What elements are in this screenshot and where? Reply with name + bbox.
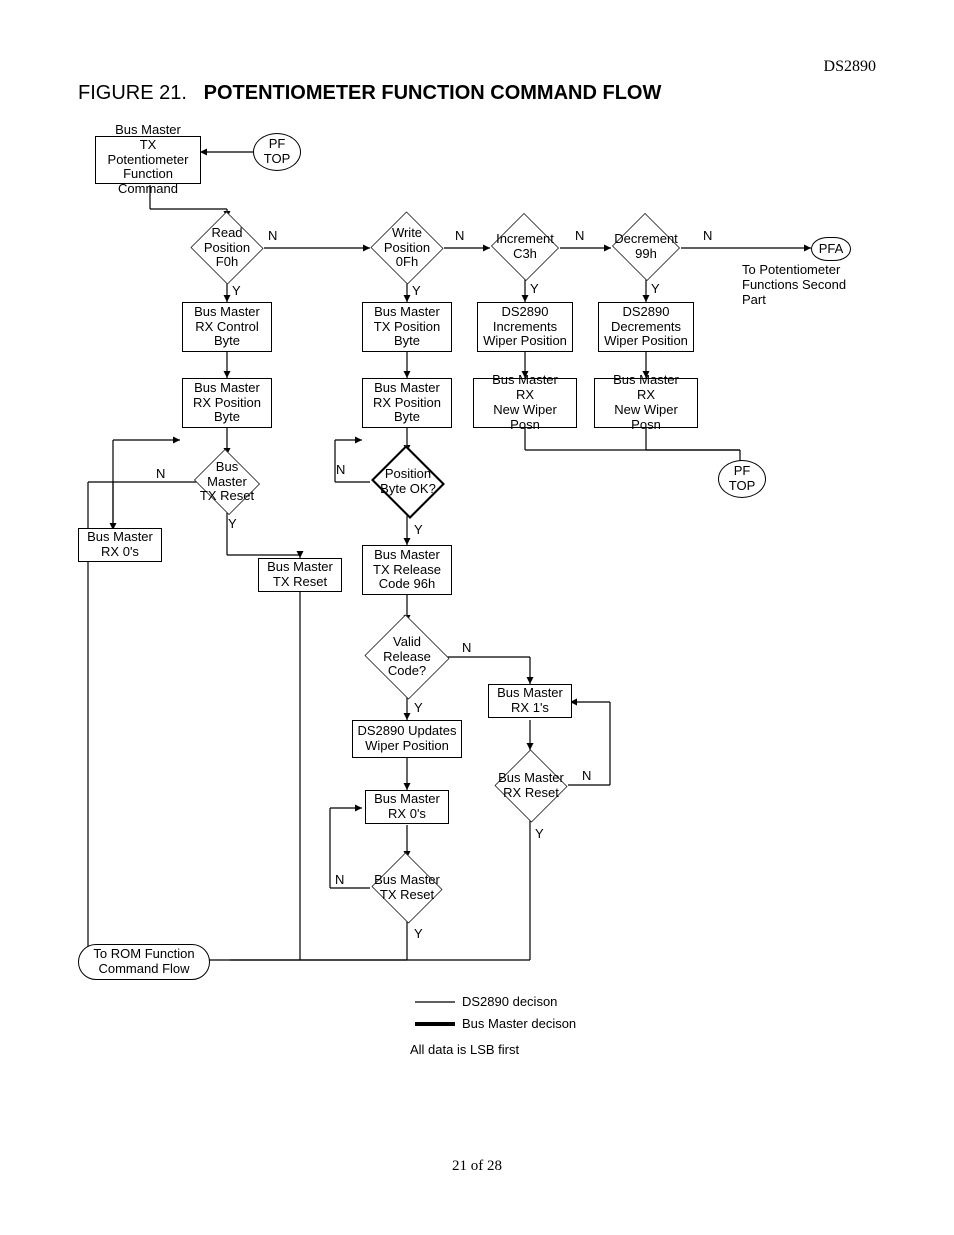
label-n: N <box>156 466 165 481</box>
label-y: Y <box>228 516 237 531</box>
terminal-pf-top-in: PFTOP <box>253 133 301 171</box>
page-number: 21 of 28 <box>0 1158 954 1175</box>
label-n: N <box>575 228 584 243</box>
legend-thick: Bus Master decison <box>462 1016 576 1031</box>
label-y: Y <box>232 283 241 298</box>
process-rx-new-wiper-a: Bus MasterRXNew Wiper Posn <box>473 378 577 428</box>
label-n: N <box>582 768 591 783</box>
process-rx-position-byte-b: Bus MasterRX PositionByte <box>362 378 452 428</box>
label-y: Y <box>414 926 423 941</box>
decision-position-byte-ok: PositionByte OK? <box>369 447 447 517</box>
page: DS2890 FIGURE 21. POTENTIOMETER FUNCTION… <box>0 0 954 1235</box>
device-id: DS2890 <box>824 58 876 76</box>
label-pfa-note: To PotentiometerFunctions Second Part <box>742 262 862 307</box>
label-n: N <box>455 228 464 243</box>
label-n: N <box>462 640 471 655</box>
label-y: Y <box>412 283 421 298</box>
label-y: Y <box>530 281 539 296</box>
decision-rx-reset: Bus MasterRX Reset <box>494 750 568 822</box>
figure-number: FIGURE 21. <box>78 82 187 104</box>
process-rx-new-wiper-b: Bus MasterRXNew Wiper Posn <box>594 378 698 428</box>
process-rx-zeros-a: Bus MasterRX 0's <box>78 528 162 562</box>
process-ds2890-updates-wiper: DS2890 UpdatesWiper Position <box>352 720 462 758</box>
label-y: Y <box>651 281 660 296</box>
decision-valid-release-code: ValidRelease Code? <box>363 616 451 698</box>
label-n: N <box>268 228 277 243</box>
decision-increment: IncrementC3h <box>490 214 560 280</box>
terminal-pf-top-out: PFTOP <box>718 460 766 498</box>
legend-note: All data is LSB first <box>410 1042 519 1057</box>
process-ds2890-decrements: DS2890DecrementsWiper Position <box>598 302 694 352</box>
label-n: N <box>703 228 712 243</box>
terminal-to-rom-function: To ROM FunctionCommand Flow <box>78 944 210 980</box>
process-ds2890-increments: DS2890IncrementsWiper Position <box>477 302 573 352</box>
figure-caption: POTENTIOMETER FUNCTION COMMAND FLOW <box>204 82 662 104</box>
decision-write-position: WritePosition0Fh <box>370 212 444 284</box>
label-y: Y <box>414 522 423 537</box>
process-rx-control-byte: Bus MasterRX ControlByte <box>182 302 272 352</box>
process-tx-reset-b: Bus MasterTX Reset <box>258 558 342 592</box>
decision-read-position: ReadPositionF0h <box>190 212 264 284</box>
decision-decrement: Decrement99h <box>611 214 681 280</box>
terminal-pfa: PFA <box>811 237 851 261</box>
process-rx-zeros-b: Bus MasterRX 0's <box>365 790 449 824</box>
decision-tx-reset-a: Bus MasterTX Reset <box>192 451 262 513</box>
decision-tx-reset-c: Bus MasterTX Reset <box>370 854 444 922</box>
process-tx-function-command: Bus MasterTX PotentiometerFunction Comma… <box>95 136 201 184</box>
process-tx-position-byte: Bus MasterTX PositionByte <box>362 302 452 352</box>
figure-title: FIGURE 21. POTENTIOMETER FUNCTION COMMAN… <box>78 82 661 105</box>
process-rx-ones: Bus MasterRX 1's <box>488 684 572 718</box>
label-n: N <box>336 462 345 477</box>
label-y: Y <box>535 826 544 841</box>
process-tx-release-code: Bus MasterTX ReleaseCode 96h <box>362 545 452 595</box>
process-rx-position-byte-a: Bus MasterRX PositionByte <box>182 378 272 428</box>
label-y: Y <box>414 700 423 715</box>
label-n: N <box>335 872 344 887</box>
legend-thin: DS2890 decison <box>462 994 557 1009</box>
